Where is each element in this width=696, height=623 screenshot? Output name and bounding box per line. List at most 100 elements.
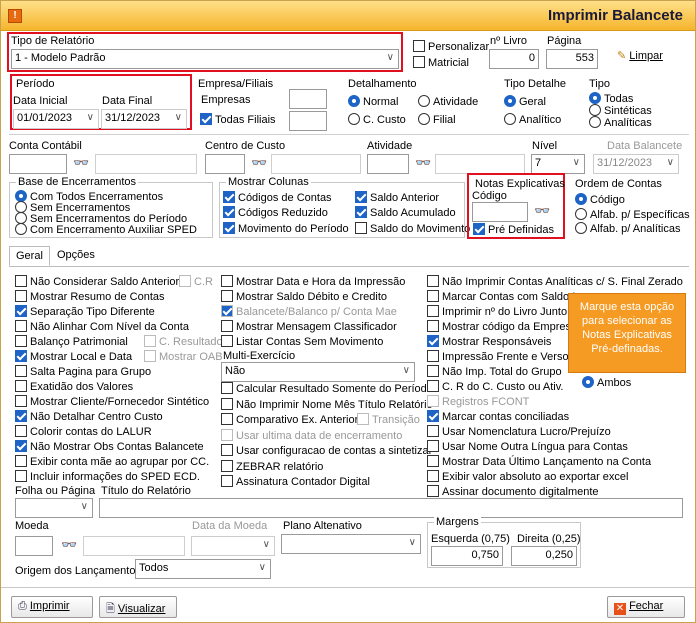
binoculars-icon[interactable]: 👓 <box>415 155 431 171</box>
analiticas-radio[interactable]: Analíticas <box>589 116 652 130</box>
col1-checkbox-11[interactable]: Não Mostrar Obs Contas Balancete <box>15 440 204 454</box>
col3-checkbox-6[interactable]: Não Imp. Total do Grupo <box>427 365 562 379</box>
col1-checkbox-8[interactable]: Mostrar Cliente/Fornecedor Sintético <box>15 395 209 409</box>
atividade-input[interactable] <box>367 154 409 174</box>
col2b-checkbox-2[interactable]: Comparativo Ex. Anterior <box>221 413 358 427</box>
moeda-input[interactable] <box>15 536 53 556</box>
col3-checkbox-8[interactable]: Registros FCONT <box>427 395 529 409</box>
notas-codigo-input[interactable] <box>472 202 528 222</box>
binoculars-icon[interactable]: 👓 <box>534 203 550 219</box>
empresas-input[interactable] <box>289 89 327 109</box>
col1-checkbox-12[interactable]: Exibir conta mãe ao agrupar por CC. <box>15 455 209 469</box>
col3-checkbox-0[interactable]: Não Imprimir Contas Analíticas c/ S. Fin… <box>427 275 683 289</box>
codigos-contas-checkbox[interactable]: Códigos de Contas <box>223 191 332 205</box>
visualizar-button[interactable]: 🗎 Visualizar <box>99 596 177 618</box>
report-type-select[interactable]: 1 - Modelo Padrão ∨ <box>11 49 399 69</box>
binoculars-icon[interactable]: 👓 <box>251 155 267 171</box>
nivel-select[interactable]: 7 ∨ <box>531 154 585 174</box>
ccusto-radio[interactable]: C. Custo <box>348 113 406 127</box>
conta-contabil-input[interactable] <box>9 154 67 174</box>
col1-checkbox-1[interactable]: Mostrar Resumo de Contas <box>15 290 165 304</box>
base-radio-3[interactable]: Com Encerramento Auxiliar SPED <box>15 223 197 237</box>
col1-checkbox-9[interactable]: Não Detalhar Centro Custo <box>15 410 163 424</box>
col2b-checkbox-1[interactable]: Não Imprimir Nome Mês Título Relatório <box>221 397 433 412</box>
c-resultado-checkbox[interactable]: C. Resultado <box>144 335 223 349</box>
pagina-input[interactable]: 553 <box>546 49 598 69</box>
limpar-button[interactable]: ✎ Limpar <box>611 46 669 68</box>
col2b-checkbox-4[interactable]: Usar configuracao de contas a sintetizar <box>221 444 432 458</box>
col1-checkbox-0[interactable]: Não Considerar Saldo Anterior <box>15 275 179 289</box>
col3-checkbox-4[interactable]: Mostrar Responsáveis <box>427 335 551 349</box>
ordem-codigo-radio[interactable]: Código <box>575 193 625 207</box>
atividade-radio[interactable]: Atividade <box>418 95 478 109</box>
data-inicial-picker[interactable]: 01/01/2023 ∨ <box>13 109 99 129</box>
col1-checkbox-10[interactable]: Colorir contas do LALUR <box>15 425 152 439</box>
col3-checkbox-5[interactable]: Impressão Frente e Verso <box>427 350 569 364</box>
binoculars-icon[interactable]: 👓 <box>61 537 77 553</box>
analitico-radio[interactable]: Analítico <box>504 113 561 127</box>
pre-definidas-checkbox[interactable]: Pré Definidas <box>473 223 554 237</box>
alfab-especificas-radio[interactable]: Alfab. p/ Específicas <box>575 208 690 222</box>
geral-radio[interactable]: Geral <box>504 95 546 109</box>
plano-select[interactable]: ∨ <box>281 534 421 554</box>
filiais-input[interactable] <box>289 111 327 131</box>
col2b-checkbox-0[interactable]: Calcular Resultado Somente do Período <box>221 382 433 396</box>
data-balancete-picker[interactable]: 31/12/2023 ∨ <box>593 154 679 174</box>
mostrar-oab-checkbox[interactable]: Mostrar OAB <box>144 350 223 364</box>
titulo-input[interactable] <box>99 498 683 518</box>
col2-checkbox-2[interactable]: Balancete/Balanco p/ Conta Mae <box>221 305 397 319</box>
saldo-acumulado-checkbox[interactable]: Saldo Acumulado <box>355 206 456 220</box>
col2b-checkbox-5[interactable]: ZEBRAR relatório <box>221 459 323 474</box>
col1-checkbox-3[interactable]: Não Alinhar Com Nível da Conta <box>15 320 189 334</box>
ambos-radio[interactable]: Ambos <box>582 376 631 390</box>
livro-input[interactable]: 0 <box>489 49 539 69</box>
col1-checkbox-13[interactable]: Incluir informações do SPED ECD. <box>15 470 200 484</box>
col3-checkbox-11[interactable]: Usar Nome Outra Língua para Contas <box>427 440 628 454</box>
col2b-checkbox-6[interactable]: Assinatura Contador Digital <box>221 475 370 489</box>
codigos-reduzido-checkbox[interactable]: Códigos Reduzido <box>223 206 328 220</box>
movimento-periodo-checkbox[interactable]: Movimento do Período <box>223 222 349 236</box>
filial-radio[interactable]: Filial <box>418 113 456 127</box>
col1-checkbox-6[interactable]: Salta Pagina para Grupo <box>15 365 151 379</box>
tab-geral[interactable]: Geral <box>9 246 50 266</box>
col3-checkbox-7[interactable]: C. R do C. Custo ou Ativ. <box>427 380 563 394</box>
col1-checkbox-5[interactable]: Mostrar Local e Data <box>15 350 132 364</box>
col3-checkbox-9[interactable]: Marcar contas conciliadas <box>427 410 569 424</box>
col2-checkbox-3[interactable]: Mostrar Mensagem Classificador <box>221 320 397 334</box>
multi-exercicio-select[interactable]: Não ∨ <box>221 362 415 382</box>
binoculars-icon[interactable]: 👓 <box>73 155 89 171</box>
fechar-button[interactable]: ✕ Fechar <box>607 596 685 618</box>
col3-checkbox-14[interactable]: Assinar documento digitalmente <box>427 485 599 499</box>
cr-checkbox[interactable]: C.R <box>179 275 213 289</box>
col3-checkbox-10[interactable]: Usar Nomenclatura Lucro/Prejuízo <box>427 425 611 439</box>
todas-filiais-checkbox[interactable]: Todas Filiais <box>200 113 276 127</box>
folha-select[interactable]: ∨ <box>15 498 93 518</box>
margem-esq-input[interactable]: 0,750 <box>431 546 503 566</box>
normal-radio[interactable]: Normal <box>348 95 398 109</box>
col3-checkbox-2[interactable]: Imprimir nº do Livro Junto ao <box>427 305 582 319</box>
data-final-picker[interactable]: 31/12/2023 ∨ <box>101 109 187 129</box>
margem-dir-input[interactable]: 0,250 <box>511 546 577 566</box>
tab-opcoes[interactable]: Opções <box>51 246 101 266</box>
col3-checkbox-13[interactable]: Exibir valor absoluto ao exportar excel <box>427 470 628 484</box>
personalizar-checkbox[interactable]: Personalizar <box>413 40 489 54</box>
col3-checkbox-12[interactable]: Mostrar Data Último Lançamento na Conta <box>427 455 651 469</box>
imprimir-button[interactable]: ⎙ Imprimir <box>11 596 93 618</box>
col3-checkbox-3[interactable]: Mostrar código da Empresa/F <box>427 320 587 334</box>
col3-checkbox-1[interactable]: Marcar Contas com Saldo Inv <box>427 290 587 304</box>
alfab-analiticas-radio[interactable]: Alfab. p/ Analíticas <box>575 222 681 236</box>
centro-custo-input[interactable] <box>205 154 245 174</box>
matricial-checkbox[interactable]: Matricial <box>413 56 469 70</box>
col1-checkbox-7[interactable]: Exatidão dos Valores <box>15 380 133 394</box>
col2-checkbox-0[interactable]: Mostrar Data e Hora da Impressão <box>221 275 405 289</box>
col2b-checkbox-3[interactable]: Usar ultima data de encerramento <box>221 428 402 443</box>
data-moeda-picker[interactable]: ∨ <box>191 536 275 556</box>
col2-checkbox-1[interactable]: Mostrar Saldo Débito e Credito <box>221 290 387 304</box>
saldo-anterior-checkbox[interactable]: Saldo Anterior <box>355 191 439 205</box>
col1-checkbox-2[interactable]: Separação Tipo Diferente <box>15 305 155 319</box>
saldo-movimento-checkbox[interactable]: Saldo do Movimento <box>355 222 470 236</box>
transicao-checkbox[interactable]: Transição <box>357 413 420 427</box>
col2-checkbox-4[interactable]: Listar Contas Sem Movimento <box>221 335 383 349</box>
origem-select[interactable]: Todos ∨ <box>135 559 271 579</box>
col1-checkbox-4[interactable]: Balanço Patrimonial <box>15 335 128 349</box>
